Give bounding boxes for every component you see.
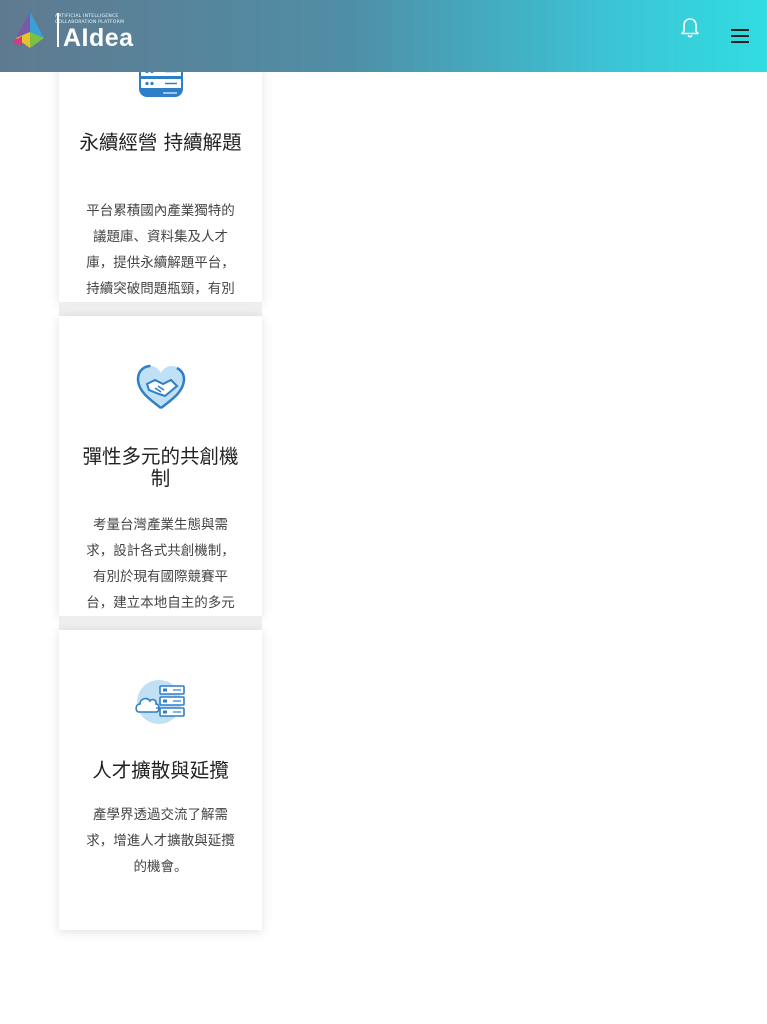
logo-mark-icon — [12, 12, 44, 48]
hamburger-menu-icon — [731, 29, 749, 43]
card-description: 平台累積國內產業獨特的議題庫、資料集及人才庫，提供永續解題平台，持續突破問題瓶頸… — [86, 203, 235, 297]
hamburger-menu-button[interactable] — [726, 22, 754, 50]
bell-icon — [681, 18, 699, 38]
card-title: 人才擴散與延攬 — [92, 759, 229, 782]
notification-button[interactable] — [676, 14, 704, 42]
handshake-heart-icon — [136, 364, 186, 410]
card-title: 永續經營 持續解題 — [79, 131, 242, 154]
card-divider — [59, 302, 262, 316]
card-divider — [59, 616, 262, 630]
aidea-logo[interactable]: Artificial Intelligence Collaboration Pl… — [12, 10, 134, 52]
cloud-server-icon — [135, 680, 185, 724]
feature-card-cocreation: 彈性多元的共創機制 考量台灣產業生態與需求，設計各式共創機制，有別於現有國際競賽… — [59, 316, 262, 616]
feature-card-talent: 人才擴散與延攬 產學界透過交流了解需求，增進人才擴散與延攬的機會。 — [59, 630, 262, 930]
top-navbar: Artificial Intelligence Collaboration Pl… — [0, 0, 767, 72]
logo-text: AIdea — [63, 24, 134, 52]
card-title: 彈性多元的共創機制 — [82, 445, 239, 490]
card-description: 考量台灣產業生態與需求，設計各式共創機制，有別於現有國際競賽平台，建立本地自主的… — [86, 517, 235, 611]
card-description: 產學界透過交流了解需求，增進人才擴散與延攬的機會。 — [86, 807, 235, 875]
